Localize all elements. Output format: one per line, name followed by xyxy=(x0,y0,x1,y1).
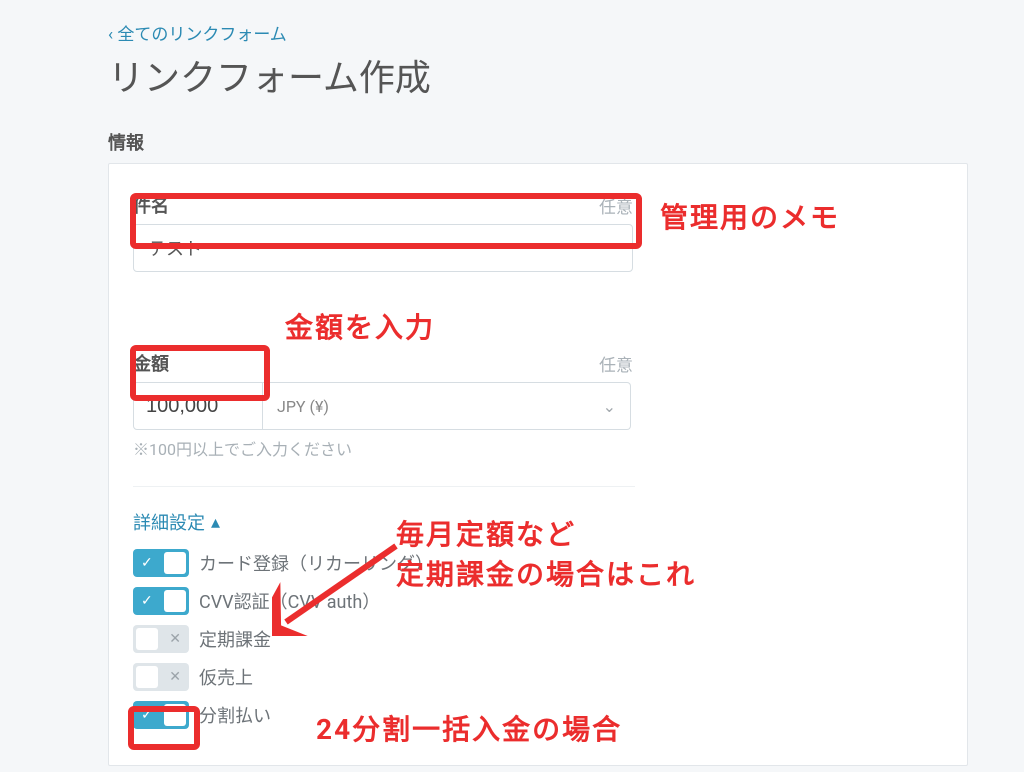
toggle-label-cvv-auth: CVV認証（CVV auth） xyxy=(199,588,380,614)
switch-knob xyxy=(136,666,158,688)
amount-input[interactable] xyxy=(133,382,263,430)
check-icon: ✓ xyxy=(141,593,153,609)
amount-label: 金額 xyxy=(133,350,169,376)
amount-optional-tag: 任意 xyxy=(599,351,633,376)
switch-knob xyxy=(136,628,158,650)
check-icon: ✓ xyxy=(141,707,153,723)
advanced-settings-toggle[interactable]: 詳細設定 ▴ xyxy=(133,509,220,535)
switch-knob xyxy=(164,590,186,612)
section-title-info: 情報 xyxy=(108,129,1024,155)
toggle-label-provisional-sales: 仮売上 xyxy=(199,664,253,690)
advanced-settings-label: 詳細設定 xyxy=(133,509,205,535)
switch-cvv-auth[interactable]: ✓ xyxy=(133,587,189,615)
toggle-card-registration: ✓ カード登録（リカーリング） xyxy=(133,549,943,577)
divider xyxy=(133,486,635,487)
check-icon: ✓ xyxy=(141,555,153,571)
switch-subscription[interactable]: ✕ xyxy=(133,625,189,653)
switch-card-registration[interactable]: ✓ xyxy=(133,549,189,577)
subject-optional-tag: 任意 xyxy=(599,193,633,218)
page-title: リンクフォーム作成 xyxy=(108,49,1024,101)
subject-input[interactable] xyxy=(133,224,633,272)
chevron-down-icon: ⌄ xyxy=(603,397,616,416)
currency-display: JPY (¥) xyxy=(277,397,329,416)
switch-installment[interactable]: ✓ xyxy=(133,701,189,729)
form-card: 件名 任意 金額 任意 JPY (¥) ⌄ ※100円以上でご入力ください 詳細… xyxy=(108,163,968,766)
x-icon: ✕ xyxy=(169,669,181,685)
breadcrumb-back-link[interactable]: ‹ 全てのリンクフォーム xyxy=(108,20,1024,45)
toggle-label-subscription: 定期課金 xyxy=(199,626,271,652)
switch-knob xyxy=(164,704,186,726)
toggle-installment: ✓ 分割払い xyxy=(133,701,943,729)
toggle-subscription: ✕ 定期課金 xyxy=(133,625,943,653)
currency-select[interactable]: JPY (¥) ⌄ xyxy=(263,382,631,430)
toggle-label-installment: 分割払い xyxy=(199,702,271,728)
switch-knob xyxy=(164,552,186,574)
switch-provisional-sales[interactable]: ✕ xyxy=(133,663,189,691)
subject-label: 件名 xyxy=(133,192,169,218)
caret-up-icon: ▴ xyxy=(211,512,220,533)
amount-helper-text: ※100円以上でご入力ください xyxy=(133,436,943,460)
toggle-provisional-sales: ✕ 仮売上 xyxy=(133,663,943,691)
x-icon: ✕ xyxy=(169,631,181,647)
toggle-label-card-registration: カード登録（リカーリング） xyxy=(199,550,433,576)
toggle-cvv-auth: ✓ CVV認証（CVV auth） xyxy=(133,587,943,615)
